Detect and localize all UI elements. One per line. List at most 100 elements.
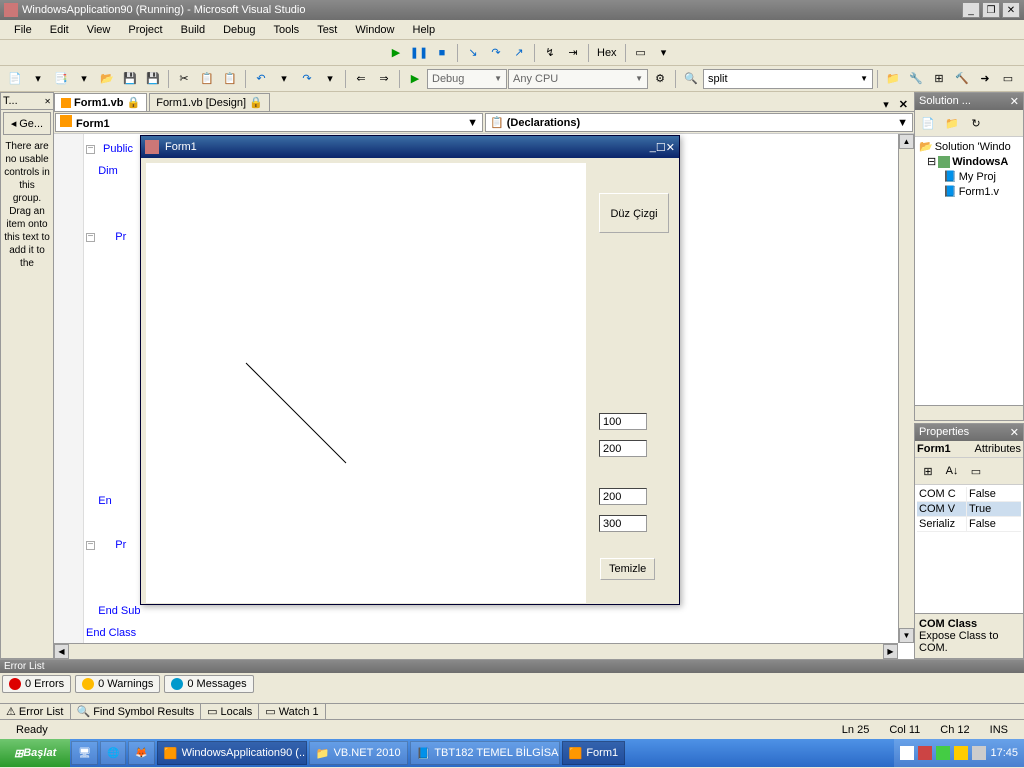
vs-restore-button[interactable]: ❐ — [982, 2, 1000, 18]
menu-debug[interactable]: Debug — [215, 22, 263, 38]
tray-icon[interactable] — [900, 746, 914, 760]
property-grid[interactable]: COM CFalse COM VTrue SerializFalse — [915, 485, 1023, 613]
tool-dropdown-button[interactable]: ▾ — [653, 42, 675, 64]
step-over-button[interactable]: ↷ — [485, 42, 507, 64]
stop-button[interactable]: ■ — [431, 42, 453, 64]
tab-find-results[interactable]: 🔍Find Symbol Results — [71, 704, 202, 719]
form1-maximize-button[interactable]: ☐ — [656, 141, 666, 154]
other-button[interactable]: ▭ — [997, 68, 1019, 90]
menu-window[interactable]: Window — [347, 22, 402, 38]
step-button[interactable]: ↯ — [539, 42, 561, 64]
config-select[interactable]: Debug▼ — [427, 69, 507, 89]
tab-form1-design[interactable]: Form1.vb [Design] 🔒 — [149, 93, 270, 111]
form1-titlebar[interactable]: Form1 _ ☐ ✕ — [141, 136, 679, 158]
quicklaunch-item[interactable]: 🖥 — [71, 741, 98, 765]
taskbar-item-folder[interactable]: 📁VB.NET 2010 — [309, 741, 408, 765]
tab-error-list[interactable]: ⚠Error List — [0, 704, 71, 719]
menu-help[interactable]: Help — [405, 22, 444, 38]
y2-input[interactable] — [599, 515, 647, 532]
quicklaunch-item[interactable]: 🌐 — [100, 741, 126, 765]
step2-button[interactable]: ⇥ — [562, 42, 584, 64]
redo-drop[interactable]: ▾ — [319, 68, 341, 90]
tab-close-button[interactable]: ✕ — [893, 98, 914, 111]
y1-input[interactable] — [599, 440, 647, 457]
sol-prop-button[interactable]: 📄 — [917, 112, 939, 134]
add-item-drop[interactable]: ▾ — [73, 68, 95, 90]
sol-hscroll[interactable] — [915, 405, 1023, 420]
menu-edit[interactable]: Edit — [42, 22, 77, 38]
continue-button[interactable]: ▶ — [385, 42, 407, 64]
tab-watch[interactable]: ▭Watch 1 — [259, 704, 325, 719]
member-combo[interactable]: 📋 (Declarations)▼ — [485, 113, 913, 132]
toolbox-group[interactable]: ◂ Ge... — [3, 112, 51, 135]
find-icon[interactable]: 🔍 — [680, 68, 702, 90]
open-button[interactable]: 📂 — [96, 68, 118, 90]
properties-button[interactable]: 🔧 — [905, 68, 927, 90]
errors-filter[interactable]: 0 Errors — [2, 675, 71, 693]
sol-refresh-button[interactable]: ↻ — [965, 112, 987, 134]
platform-select[interactable]: Any CPU▼ — [508, 69, 648, 89]
tray-icon[interactable] — [918, 746, 932, 760]
paste-button[interactable]: 📋 — [219, 68, 241, 90]
messages-filter[interactable]: 0 Messages — [164, 675, 253, 693]
nav-back-button[interactable]: ⇐ — [350, 68, 372, 90]
tray-icon[interactable] — [972, 746, 986, 760]
save-all-button[interactable]: 💾 — [142, 68, 164, 90]
tray-icon[interactable] — [954, 746, 968, 760]
step-out-button[interactable]: ↗ — [508, 42, 530, 64]
project-node[interactable]: ⊟WindowsA — [917, 154, 1021, 169]
draw-line-button[interactable]: Düz Çizgi — [599, 193, 669, 233]
menu-file[interactable]: File — [6, 22, 40, 38]
form1-node[interactable]: 📘Form1.v — [917, 184, 1021, 199]
prop-az-button[interactable]: A↓ — [941, 460, 963, 482]
redo-button[interactable]: ↷ — [296, 68, 318, 90]
solution-explorer-button[interactable]: 📁 — [882, 68, 904, 90]
taskbar-item-word[interactable]: 📘TBT182 TEMEL BİLGİSA... — [410, 741, 560, 765]
nav-fwd-button[interactable]: ⇒ — [373, 68, 395, 90]
menu-tools[interactable]: Tools — [266, 22, 308, 38]
tool-button[interactable]: ▭ — [630, 42, 652, 64]
start-button[interactable]: ⊞ Başlat — [0, 739, 70, 767]
save-button[interactable]: 💾 — [119, 68, 141, 90]
prop-page-button[interactable]: ▭ — [965, 460, 987, 482]
prop-cat-button[interactable]: ⊞ — [917, 460, 939, 482]
object-browser-button[interactable]: ⊞ — [928, 68, 950, 90]
menu-view[interactable]: View — [79, 22, 119, 38]
clear-button[interactable]: Temizle — [600, 558, 655, 580]
pause-button[interactable]: ❚❚ — [408, 42, 430, 64]
vs-close-button[interactable]: ✕ — [1002, 2, 1020, 18]
system-tray[interactable]: 17:45 — [894, 739, 1024, 767]
editor-vscroll[interactable]: ▲ ▼ — [898, 134, 914, 643]
myproject-node[interactable]: 📘My Proj — [917, 169, 1021, 184]
tray-icon[interactable] — [936, 746, 950, 760]
x1-input[interactable] — [599, 413, 647, 430]
start-button[interactable]: ▶ — [404, 68, 426, 90]
copy-button[interactable]: 📋 — [196, 68, 218, 90]
new-project-button[interactable]: 📄 — [4, 68, 26, 90]
warnings-filter[interactable]: 0 Warnings — [75, 675, 160, 693]
toolbox-button[interactable]: 🔨 — [951, 68, 973, 90]
class-combo[interactable]: Form1▼ — [55, 113, 483, 132]
cut-button[interactable]: ✂ — [173, 68, 195, 90]
quicklaunch-item[interactable]: 🦊 — [128, 741, 154, 765]
taskbar-item-vs[interactable]: 🟧WindowsApplication90 (... — [157, 741, 307, 765]
undo-drop[interactable]: ▾ — [273, 68, 295, 90]
vs-minimize-button[interactable]: _ — [962, 2, 980, 18]
menu-build[interactable]: Build — [173, 22, 213, 38]
editor-hscroll[interactable]: ◀ ▶ — [54, 643, 898, 659]
start-page-button[interactable]: ➜ — [974, 68, 996, 90]
x2-input[interactable] — [599, 488, 647, 505]
solution-root[interactable]: 📂Solution 'Windo — [917, 139, 1021, 154]
sol-show-button[interactable]: 📁 — [941, 112, 963, 134]
tool-a-button[interactable]: ⚙ — [649, 68, 671, 90]
form1-close-button[interactable]: ✕ — [666, 141, 675, 154]
find-select[interactable]: split▼ — [703, 69, 873, 89]
panel-close-icon[interactable]: ✕ — [1010, 95, 1019, 108]
tab-form1-vb[interactable]: Form1.vb 🔒 — [54, 93, 147, 111]
step-into-button[interactable]: ↘ — [462, 42, 484, 64]
panel-close-icon[interactable]: ✕ — [1010, 426, 1019, 439]
tab-menu-drop[interactable]: ▾ — [879, 98, 893, 111]
undo-button[interactable]: ↶ — [250, 68, 272, 90]
add-item-button[interactable]: 📑 — [50, 68, 72, 90]
menu-project[interactable]: Project — [120, 22, 170, 38]
